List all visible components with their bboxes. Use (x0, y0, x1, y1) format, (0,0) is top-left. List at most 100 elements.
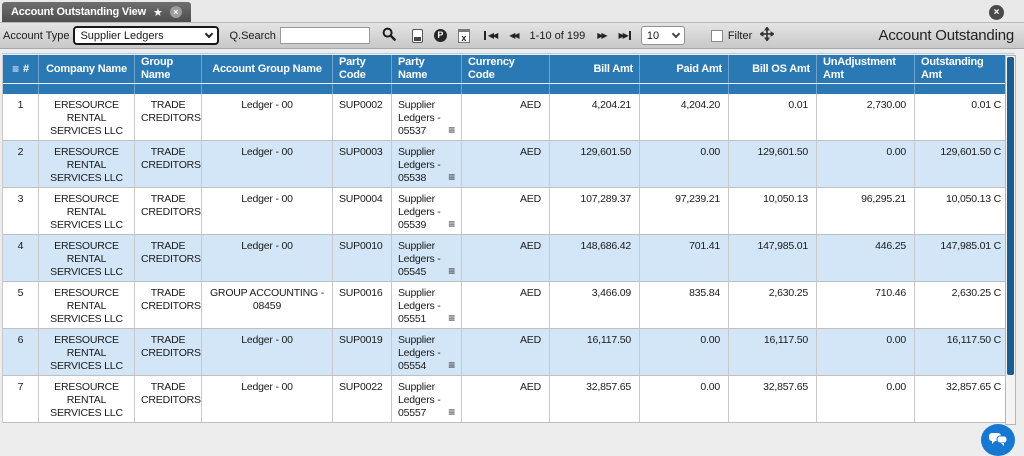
cell-group: TRADE CREDITORS (135, 94, 202, 140)
chat-bubble-button[interactable] (981, 424, 1015, 456)
table-row[interactable]: 5 ERESOURCE RENTAL SERVICES LLC TRADE CRED… (3, 282, 1010, 329)
column-header-bill_os_amt[interactable]: Bill OS Amt (729, 55, 817, 83)
page-size-select[interactable]: 10 (640, 26, 685, 45)
scrollbar-thumb[interactable] (1007, 57, 1014, 375)
cell-value: 835.84 (689, 287, 720, 299)
cell-value: AED (520, 240, 541, 252)
table-row[interactable]: 4 ERESOURCE RENTAL SERVICES LLC TRADE CRED… (3, 235, 1010, 282)
report-icon[interactable] (411, 28, 423, 43)
list-icon[interactable]: ≡ (448, 265, 455, 277)
cell-outstanding_amt: 0.01 C (915, 94, 1010, 140)
list-icon[interactable]: ≡ (448, 359, 455, 371)
cell-party_name: Supplier Ledgers - 05551 ≡ (392, 282, 462, 328)
cell-value: 701.41 (689, 240, 720, 252)
column-header-party_name[interactable]: Party Name (392, 55, 462, 83)
cell-num: 7 (3, 376, 39, 422)
table-body: 1 ERESOURCE RENTAL SERVICES LLC TRADE CRED… (3, 94, 1010, 423)
cell-group: TRADE CREDITORS (135, 188, 202, 234)
column-header-bill_amt[interactable]: Bill Amt (550, 55, 640, 83)
cell-value: GROUP ACCOUNTING - 08459 (209, 287, 325, 312)
cell-party_code: SUP0019 (333, 329, 392, 375)
excel-export-icon[interactable]: x (457, 28, 470, 43)
column-header-outstanding_amt[interactable]: Outstanding Amt (915, 55, 1010, 83)
list-icon[interactable]: ≡ (448, 312, 455, 324)
next-page-button[interactable]: ▶▶ (595, 31, 607, 40)
list-icon[interactable]: ≡ (448, 171, 455, 183)
column-header-num[interactable]: ≡ # (3, 55, 39, 83)
cell-unadj_amt: 710.46 (817, 282, 915, 328)
cell-value: 3 (17, 193, 24, 205)
column-header-label: Party Name (398, 56, 428, 81)
cell-company: ERESOURCE RENTAL SERVICES LLC (39, 376, 135, 422)
filter-cell-outstanding_amt (915, 84, 1010, 94)
cell-bill_amt: 32,857.65 (550, 376, 640, 422)
filter-cell-bill_amt (550, 84, 640, 94)
cell-company: ERESOURCE RENTAL SERVICES LLC (39, 282, 135, 328)
cell-value: Ledger - 00 (241, 240, 293, 252)
cell-value: 147,985.01 C (940, 240, 1001, 252)
column-header-account_group[interactable]: Account Group Name (202, 55, 333, 83)
filter-cell-group (135, 84, 202, 94)
cell-currency: AED (462, 188, 550, 234)
cell-bill_os_amt: 129,601.50 (729, 141, 817, 187)
column-header-group[interactable]: Group Name (135, 55, 202, 83)
move-icon[interactable] (759, 26, 776, 44)
cell-value: 107,289.37 (580, 193, 631, 205)
cell-value: 32,857.65 (586, 381, 631, 393)
cell-party_code: SUP0004 (333, 188, 392, 234)
tab-account-outstanding-view[interactable]: Account Outstanding View ★ × (2, 2, 191, 22)
column-header-unadj_amt[interactable]: UnAdjustment Amt (817, 55, 915, 83)
cell-value: 0.00 (700, 146, 720, 158)
filter-checkbox[interactable] (710, 29, 723, 42)
table-row[interactable]: 7 ERESOURCE RENTAL SERVICES LLC TRADE CRED… (3, 376, 1010, 423)
cell-party_name: Supplier Ledgers - 05545 ≡ (392, 235, 462, 281)
cell-group: TRADE CREDITORS (135, 376, 202, 422)
cell-value: 0.00 (886, 334, 906, 346)
tab-close-icon[interactable]: × (169, 6, 182, 18)
column-header-paid_amt[interactable]: Paid Amt (640, 55, 729, 83)
search-input[interactable] (279, 27, 370, 44)
column-header-label: Bill OS Amt (752, 62, 810, 75)
list-icon[interactable]: ≡ (448, 218, 455, 230)
vertical-scrollbar[interactable] (1005, 55, 1016, 425)
cell-value: 0.00 (886, 381, 906, 393)
cell-value: TRADE CREDITORS (141, 240, 201, 265)
column-header-label: Company Name (46, 62, 127, 75)
window-close-icon[interactable]: × (989, 5, 1004, 20)
column-header-party_code[interactable]: Party Code (333, 55, 392, 83)
search-icon[interactable] (382, 27, 396, 44)
cell-group: TRADE CREDITORS (135, 141, 202, 187)
cell-value: Supplier Ledgers - 05537 (398, 99, 441, 137)
cell-paid_amt: 701.41 (640, 235, 729, 281)
account-type-label: Account Type (3, 29, 70, 42)
favorite-star-icon[interactable]: ★ (153, 6, 163, 19)
column-header-company[interactable]: Company Name (39, 55, 135, 83)
cell-currency: AED (462, 94, 550, 140)
pdf-export-icon[interactable]: P (433, 29, 447, 42)
chevron-down-icon (205, 29, 214, 39)
cell-value: 7 (17, 381, 24, 393)
cell-value: SUP0016 (339, 287, 383, 299)
cell-currency: AED (462, 235, 550, 281)
table-row[interactable]: 2 ERESOURCE RENTAL SERVICES LLC TRADE CRED… (3, 141, 1010, 188)
quick-search-label: Q.Search (229, 29, 276, 42)
table-row[interactable]: 6 ERESOURCE RENTAL SERVICES LLC TRADE CRED… (3, 329, 1010, 376)
cell-value: SUP0004 (339, 193, 383, 205)
header-row: ≡ # Company Name Group Name Account Group Na… (3, 55, 1010, 83)
column-header-currency[interactable]: Currency Code (462, 55, 550, 83)
prev-page-button[interactable]: ◀◀ (507, 31, 519, 40)
last-page-button[interactable]: ▶▶ (617, 31, 631, 40)
account-type-select[interactable]: Supplier Ledgers (73, 26, 220, 45)
cell-value: 32,857.65 C (945, 381, 1001, 393)
account-outstanding-table: ≡ # Company Name Group Name Account Group Na… (2, 55, 1010, 423)
cell-value: 710.46 (875, 287, 906, 299)
cell-company: ERESOURCE RENTAL SERVICES LLC (39, 235, 135, 281)
table-row[interactable]: 1 ERESOURCE RENTAL SERVICES LLC TRADE CRED… (3, 94, 1010, 141)
first-page-button[interactable]: ◀◀ (483, 31, 498, 40)
cell-paid_amt: 97,239.21 (640, 188, 729, 234)
list-icon[interactable]: ≡ (448, 124, 455, 136)
table-row[interactable]: 3 ERESOURCE RENTAL SERVICES LLC TRADE CRED… (3, 188, 1010, 235)
cell-value: 0.01 C (971, 99, 1001, 111)
cell-value: 446.25 (875, 240, 906, 252)
list-icon[interactable]: ≡ (448, 406, 455, 418)
